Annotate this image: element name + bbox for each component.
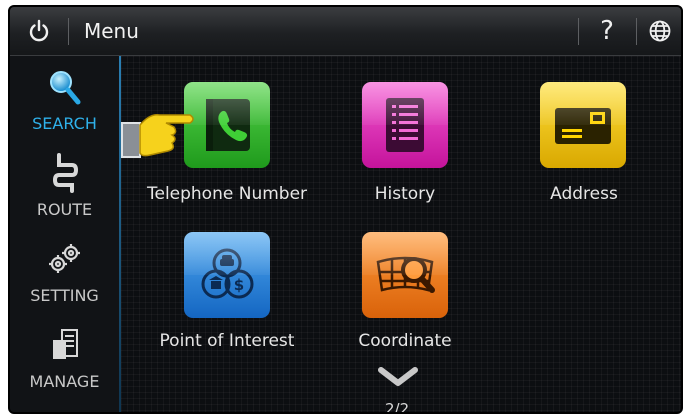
- tile-coordinate[interactable]: [362, 232, 448, 318]
- power-icon[interactable]: [22, 14, 56, 48]
- sidebar-item-label: MANAGE: [29, 372, 100, 391]
- nav-screen: Menu ? SEARCH ROUTE SETTING MANAGE Telep…: [8, 5, 683, 414]
- tile-telephone-number[interactable]: [184, 82, 270, 168]
- menu-title: Menu: [84, 19, 139, 43]
- page-indicator: 2/2: [385, 400, 410, 414]
- tile-label: Address: [550, 184, 618, 204]
- divider: [578, 18, 579, 45]
- pointing-hand-icon: [120, 101, 196, 167]
- tile-history[interactable]: [362, 82, 448, 168]
- sidebar-item-label: ROUTE: [36, 200, 93, 219]
- tile-label: History: [374, 184, 436, 204]
- route-icon: [46, 153, 84, 193]
- chevron-down-icon[interactable]: [377, 366, 419, 392]
- sidebar: SEARCH ROUTE SETTING MANAGE: [10, 56, 119, 412]
- sidebar-item-label: SETTING: [30, 286, 99, 305]
- globe-icon[interactable]: [643, 14, 677, 48]
- magnifier-icon: [46, 68, 84, 106]
- help-button[interactable]: ?: [590, 14, 624, 48]
- sidebar-item-manage[interactable]: MANAGE: [10, 318, 119, 404]
- sidebar-item-setting[interactable]: SETTING: [10, 232, 119, 318]
- tile-address[interactable]: [540, 82, 626, 168]
- sidebar-item-search[interactable]: SEARCH: [10, 60, 119, 146]
- top-bar: Menu ?: [10, 7, 681, 56]
- sidebar-item-label: SEARCH: [32, 114, 97, 133]
- gears-icon: [46, 240, 84, 278]
- tile-label: Telephone Number: [146, 184, 308, 204]
- divider: [636, 18, 637, 45]
- tile-point-of-interest[interactable]: $: [184, 232, 270, 318]
- svg-text:$: $: [234, 276, 244, 294]
- documents-icon: [46, 326, 84, 364]
- divider: [68, 18, 69, 45]
- sidebar-item-route[interactable]: ROUTE: [10, 146, 119, 232]
- tile-label: Point of Interest: [159, 331, 295, 351]
- tile-label: Coordinate: [358, 331, 452, 351]
